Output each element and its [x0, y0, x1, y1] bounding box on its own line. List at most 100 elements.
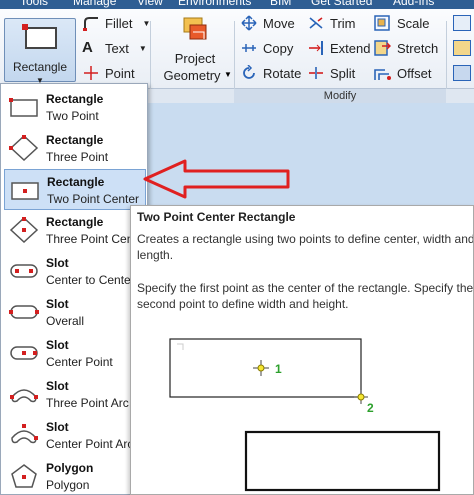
rectangle-button-label: Rectangle — [12, 60, 68, 74]
menu-item-title: Rectangle — [46, 133, 104, 147]
rectangle-two-point-center-icon — [10, 177, 40, 203]
rectangle-three-point-center-icon — [9, 216, 39, 244]
slot-overall-icon — [9, 299, 39, 325]
divider — [150, 21, 151, 97]
point-icon — [82, 65, 100, 81]
modify-group-label: Modify — [234, 89, 446, 103]
menu-item-slot-center-point[interactable]: Slot Center Point — [4, 333, 146, 374]
trim-label: Trim — [330, 15, 356, 31]
point-1-label: 1 — [275, 362, 282, 376]
fillet-label: Fillet — [105, 15, 133, 31]
point-2-label: 2 — [367, 401, 374, 415]
group-label-bar — [446, 89, 474, 103]
copy-button[interactable]: Copy — [240, 40, 293, 56]
fillet-icon — [82, 15, 100, 31]
menu-item-rectangle-two-point-center[interactable]: Rectangle Two Point Center — [4, 169, 146, 210]
tab-environments[interactable]: Environments — [178, 0, 251, 8]
point-button[interactable]: Point — [82, 65, 135, 81]
menu-item-rectangle-three-point[interactable]: Rectangle Three Point — [4, 128, 146, 169]
tab-bim[interactable]: BIM — [270, 0, 291, 8]
rectangle-dropdown-menu: Rectangle Two Point Rectangle Three Poin… — [0, 83, 148, 495]
menu-item-subtitle: Two Point Center — [47, 192, 140, 206]
menu-item-rectangle-three-point-center[interactable]: Rectangle Three Point Cente — [4, 210, 146, 251]
polygon-icon — [9, 463, 39, 489]
divider — [234, 21, 235, 97]
cursor-ghost — [177, 343, 184, 350]
chevron-down-icon[interactable]: ▼ — [224, 70, 232, 79]
tab-add-ins[interactable]: Add-Ins — [393, 0, 434, 8]
scale-label: Scale — [397, 15, 430, 31]
menu-item-slot-three-point-arc[interactable]: Slot Three Point Arc — [4, 374, 146, 415]
project-geometry-icon — [180, 15, 210, 43]
slot-three-point-arc-icon — [9, 381, 39, 407]
ribbon-tab-strip: Tools Manage View Environments BIM Get S… — [0, 0, 474, 9]
menu-item-subtitle: Center Point Arc — [46, 437, 134, 451]
extend-button[interactable]: Extend — [307, 40, 370, 56]
menu-item-title: Slot — [46, 379, 69, 393]
menu-item-subtitle: Two Point — [46, 109, 99, 123]
move-button[interactable]: Move — [240, 15, 295, 31]
partial-tool-icon[interactable] — [453, 40, 471, 56]
menu-item-slot-center-to-center[interactable]: Slot Center to Cente — [4, 251, 146, 292]
project-geometry-label-2: Geometry — [163, 68, 221, 83]
offset-icon — [374, 65, 392, 81]
tab-view[interactable]: View — [137, 0, 163, 8]
menu-item-subtitle: Three Point — [46, 150, 109, 164]
rectangle-split-button[interactable]: Rectangle ▼ — [4, 18, 76, 85]
chevron-down-icon[interactable]: ▼ — [139, 44, 147, 53]
menu-item-subtitle: Three Point Arc — [46, 396, 129, 410]
rotate-button[interactable]: Rotate — [240, 64, 301, 81]
menu-item-subtitle: Overall — [46, 314, 85, 328]
center-point-marker — [253, 360, 269, 376]
offset-button[interactable]: Offset — [374, 65, 431, 81]
stretch-icon — [374, 40, 392, 56]
extend-icon — [307, 40, 325, 56]
menu-item-slot-center-point-arc[interactable]: Slot Center Point Arc — [4, 415, 146, 456]
partial-tool-icon[interactable] — [453, 15, 471, 31]
project-geometry-button[interactable]: Project Geometry ▼ — [158, 13, 232, 85]
point-label: Point — [105, 65, 135, 81]
menu-item-title: Polygon — [46, 461, 94, 475]
menu-item-subtitle: Polygon — [46, 478, 90, 492]
divider — [446, 21, 447, 97]
stretch-button[interactable]: Stretch — [374, 40, 438, 56]
menu-item-title: Rectangle — [46, 215, 104, 229]
trim-button[interactable]: Trim — [307, 15, 356, 31]
tooltip-illustration: 1 2 — [169, 338, 441, 492]
menu-item-title: Slot — [46, 256, 69, 270]
menu-item-polygon[interactable]: Polygon Polygon — [4, 456, 146, 495]
menu-item-title: Rectangle — [47, 175, 105, 189]
project-geometry-label-1: Project — [174, 51, 216, 66]
menu-item-subtitle: Three Point Cente — [46, 232, 144, 246]
rectangle-two-point-icon — [9, 94, 39, 120]
tooltip-two-point-center-rectangle: Two Point Center Rectangle Creates a rec… — [130, 205, 474, 495]
tab-tools[interactable]: Tools — [20, 0, 48, 8]
menu-item-slot-overall[interactable]: Slot Overall — [4, 292, 146, 333]
menu-item-rectangle-two-point[interactable]: Rectangle Two Point — [4, 87, 146, 128]
menu-item-subtitle: Center to Cente — [46, 273, 131, 287]
tab-get-started[interactable]: Get Started — [311, 0, 372, 8]
tab-manage[interactable]: Manage — [73, 0, 116, 8]
ribbon-panel: Rectangle ▼ Fillet ▼ A Text ▼ Point Proj… — [0, 9, 474, 97]
text-button[interactable]: A Text ▼ — [82, 40, 147, 56]
result-rectangle — [244, 430, 441, 492]
menu-item-subtitle: Center Point — [46, 355, 113, 369]
scale-icon — [374, 15, 392, 31]
split-button[interactable]: Split — [307, 65, 355, 81]
slot-center-to-center-icon — [9, 258, 39, 284]
text-label: Text — [105, 40, 129, 56]
menu-item-title: Slot — [46, 338, 69, 352]
annotation-arrow — [143, 159, 290, 199]
scale-button[interactable]: Scale — [374, 15, 430, 31]
stretch-label: Stretch — [397, 40, 439, 56]
menu-item-title: Rectangle — [46, 92, 104, 106]
split-icon — [307, 65, 325, 81]
menu-item-title: Slot — [46, 297, 69, 311]
slot-center-point-icon — [9, 340, 39, 366]
slot-center-point-arc-icon — [9, 422, 39, 448]
extend-label: Extend — [330, 40, 371, 56]
partial-tool-icon[interactable] — [453, 65, 471, 81]
text-icon: A — [82, 39, 93, 56]
fillet-button[interactable]: Fillet ▼ — [82, 15, 150, 31]
copy-icon — [240, 40, 258, 56]
